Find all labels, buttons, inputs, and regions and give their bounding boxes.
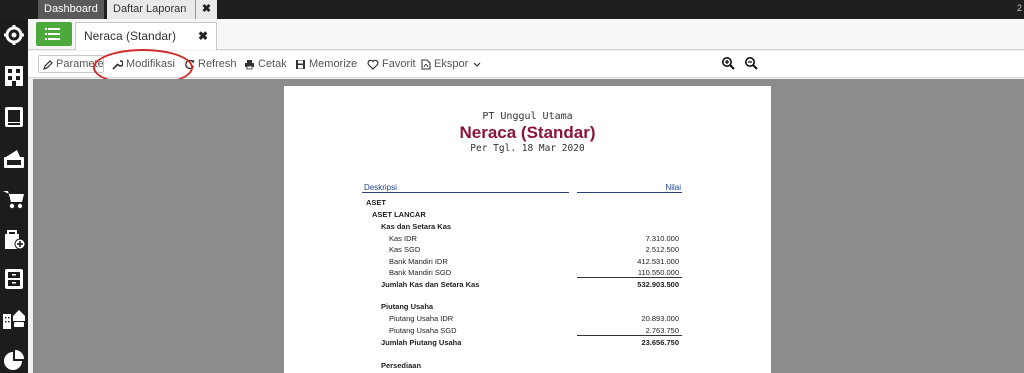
save-icon bbox=[296, 60, 305, 69]
header-divider bbox=[362, 192, 569, 193]
chevron-down-icon bbox=[473, 62, 481, 67]
row-value-bank-idr: 412.531.000 bbox=[637, 257, 679, 266]
row-label-piutang-sgd: Piutang Usaha SGD bbox=[389, 326, 457, 335]
tab-neraca-standar[interactable]: Neraca (Standar) ✖ bbox=[75, 22, 217, 50]
row-label-jumlah-piutang: Jumlah Piutang Usaha bbox=[381, 338, 462, 347]
report-tab-bar: Neraca (Standar) ✖ bbox=[28, 19, 1024, 50]
row-label-bank-idr: Bank Mandiri IDR bbox=[389, 257, 448, 266]
app-window: Dashboard Daftar Laporan ✖ 2 Neraca (Sta… bbox=[0, 0, 1024, 373]
subtotal-line bbox=[577, 277, 682, 278]
row-value-jumlah-kas: 532.903.500 bbox=[637, 280, 679, 289]
company-name: PT Unggul Utama bbox=[482, 111, 573, 122]
row-label-piutang-idr: Piutang Usaha IDR bbox=[389, 314, 454, 323]
report-date: Per Tgl. 18 Mar 2020 bbox=[470, 143, 585, 154]
favorit-button[interactable]: Favorit bbox=[367, 56, 416, 73]
row-label-jumlah-kas: Jumlah Kas dan Setara Kas bbox=[381, 280, 480, 289]
row-label-kas-sgd: Kas SGD bbox=[389, 245, 421, 254]
city-icon[interactable] bbox=[3, 308, 25, 330]
group-persediaan: Persediaan bbox=[381, 361, 422, 370]
memorize-button[interactable]: Memorize bbox=[295, 56, 357, 73]
menu-list-button[interactable] bbox=[36, 22, 72, 46]
group-piutang: Piutang Usaha bbox=[381, 302, 434, 311]
row-value-bank-sgd: 110.550.000 bbox=[637, 268, 679, 277]
row-value-piutang-sgd: 2.763.750 bbox=[645, 326, 679, 335]
report-viewer[interactable]: PT Unggul Utama Neraca (Standar) Per Tgl… bbox=[33, 79, 1024, 373]
top-tab-bar: Dashboard Daftar Laporan ✖ 2 bbox=[0, 0, 1024, 19]
subtotal-line bbox=[577, 335, 682, 336]
sidebar bbox=[0, 19, 28, 373]
row-label-kas-idr: Kas IDR bbox=[389, 234, 417, 243]
group-kas: Kas dan Setara Kas bbox=[381, 222, 452, 231]
report-page: PT Unggul Utama Neraca (Standar) Per Tgl… bbox=[284, 86, 771, 373]
bag-add-icon[interactable] bbox=[3, 228, 25, 250]
row-value-kas-idr: 7.310.000 bbox=[645, 234, 679, 243]
pdf-file-icon bbox=[421, 59, 431, 70]
section-aset-lancar: ASET LANCAR bbox=[372, 210, 426, 219]
corner-text: 2 bbox=[1016, 3, 1022, 13]
header-divider bbox=[577, 192, 682, 193]
column-header-nilai: Nilai bbox=[665, 183, 681, 192]
ekspor-dropdown[interactable]: Ekspor bbox=[421, 56, 484, 73]
book-icon[interactable] bbox=[3, 106, 25, 128]
wallet-icon[interactable] bbox=[3, 147, 25, 169]
heart-icon bbox=[367, 59, 379, 70]
close-icon[interactable]: ✖ bbox=[198, 23, 208, 49]
cart-icon[interactable] bbox=[3, 188, 25, 210]
cetak-button[interactable]: Cetak bbox=[244, 56, 287, 73]
tab-dashboard[interactable]: Dashboard bbox=[38, 0, 104, 19]
gear-icon[interactable] bbox=[3, 24, 25, 46]
printer-icon bbox=[245, 60, 254, 70]
pie-chart-icon[interactable] bbox=[3, 349, 25, 371]
row-value-kas-sgd: 2.512.500 bbox=[645, 245, 679, 254]
favorit-label: Favorit bbox=[382, 58, 416, 70]
refresh-label: Refresh bbox=[198, 58, 237, 70]
refresh-button[interactable]: Refresh bbox=[185, 56, 237, 73]
tab-label: Neraca (Standar) bbox=[84, 29, 177, 43]
row-label-bank-sgd: Bank Mandiri SGD bbox=[389, 268, 452, 277]
section-aset: ASET bbox=[366, 198, 387, 207]
ekspor-label: Ekspor bbox=[434, 58, 469, 70]
cabinet-icon[interactable] bbox=[3, 268, 25, 290]
zoom-out-icon[interactable] bbox=[744, 56, 758, 70]
memorize-label: Memorize bbox=[309, 58, 358, 70]
building-icon[interactable] bbox=[3, 65, 25, 87]
row-value-jumlah-piutang: 23.656.750 bbox=[641, 338, 679, 347]
cetak-label: Cetak bbox=[258, 58, 287, 70]
tab-daftar-laporan[interactable]: Daftar Laporan bbox=[107, 0, 195, 19]
close-tab-icon[interactable]: ✖ bbox=[195, 0, 217, 19]
report-title: Neraca (Standar) bbox=[459, 123, 596, 142]
column-header-deskripsi: Deskripsi bbox=[364, 183, 397, 192]
pencil-icon bbox=[43, 60, 53, 70]
row-value-piutang-idr: 20.893.000 bbox=[641, 314, 679, 323]
zoom-in-icon[interactable] bbox=[721, 56, 735, 70]
